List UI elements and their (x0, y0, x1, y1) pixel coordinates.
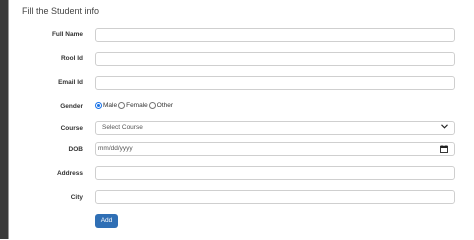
dob-input[interactable]: mm/dd/yyyy (95, 142, 455, 156)
gender-label: Gender (60, 103, 83, 110)
course-label: Course (60, 125, 83, 132)
dob-placeholder: mm/dd/yyyy (98, 145, 133, 152)
gender-male-radio[interactable] (95, 101, 102, 109)
roll-id-label: Rool Id (60, 55, 83, 62)
form-title: Fill the Student info (22, 6, 100, 16)
gender-other-radio[interactable] (148, 101, 156, 109)
roll-id-input[interactable] (95, 52, 455, 66)
email-id-label: Email Id (58, 79, 83, 86)
full-name-input[interactable] (95, 28, 455, 42)
address-input[interactable] (95, 166, 455, 180)
calendar-icon[interactable] (440, 145, 448, 153)
city-input[interactable] (95, 190, 455, 204)
dob-label: DOB (68, 146, 83, 153)
add-button[interactable]: Add (95, 214, 118, 228)
gender-other-label: Other (156, 101, 174, 109)
course-select[interactable]: Select Course (95, 121, 455, 135)
course-selected-value: Select Course (102, 124, 143, 131)
left-edge-divider (8, 0, 9, 239)
gender-female-label: Female (126, 101, 148, 109)
chevron-down-icon (441, 122, 448, 134)
address-label: Address (56, 170, 83, 177)
gender-female-radio[interactable] (118, 101, 126, 109)
city-label: City (70, 194, 83, 201)
gender-male-label: Male (103, 101, 118, 109)
full-name-label: Full Name (51, 31, 83, 38)
email-id-input[interactable] (95, 76, 455, 90)
gender-radio-group: Male Female Other (95, 100, 173, 110)
left-edge-bar (0, 0, 8, 239)
